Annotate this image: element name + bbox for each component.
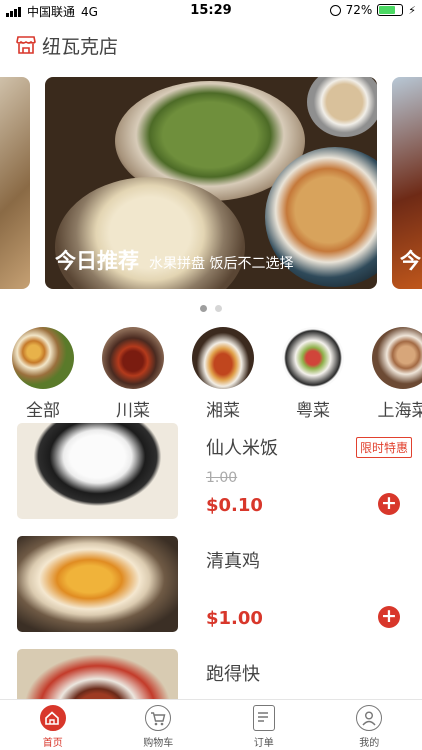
product-image (17, 423, 178, 519)
carousel-indicator (0, 305, 422, 312)
cart-icon (145, 705, 172, 731)
battery-percent: 72% (345, 3, 373, 17)
user-icon (356, 705, 383, 731)
store-icon (16, 36, 36, 54)
banner-slide-prev[interactable] (0, 77, 30, 289)
tab-label: 购物车 (143, 738, 174, 749)
banner-subtitle: 水果拼盘 饭后不二选择 (149, 256, 294, 272)
tab-label: 首页 (42, 738, 63, 749)
charging-icon: ⚡ (408, 3, 416, 17)
category-shanghai[interactable]: 上海菜 (365, 327, 422, 421)
category-all-image (12, 327, 74, 389)
add-to-cart-button[interactable]: + (378, 606, 400, 628)
alarm-icon (329, 4, 341, 16)
banner-caption: 今日推荐 水果拼盘 饭后不二选择 (55, 245, 293, 275)
banner-soup-bowl (307, 77, 377, 137)
banner-next-title: 今 (400, 249, 421, 273)
order-icon (252, 705, 275, 731)
tab-orders[interactable]: 订单 (211, 700, 317, 750)
product-image (17, 649, 178, 699)
tab-profile[interactable]: 我的 (317, 700, 422, 750)
banner-slide-next[interactable]: 今 (392, 77, 422, 289)
category-label: 全部 (26, 401, 60, 421)
category-hunan[interactable]: 湘菜 (185, 327, 261, 421)
product-image (17, 536, 178, 632)
tab-home[interactable]: 首页 (0, 700, 106, 750)
category-sichuan[interactable]: 川菜 (95, 327, 171, 421)
product-name: 仙人米饭 (206, 438, 278, 459)
category-all[interactable]: 全部 (5, 327, 81, 421)
category-label: 上海菜 (377, 401, 422, 421)
home-icon (39, 705, 66, 731)
header: 纽瓦克店 (0, 22, 422, 68)
product-price: $1.00 (206, 608, 263, 629)
category-label: 川菜 (116, 401, 150, 421)
tab-cart[interactable]: 购物车 (106, 700, 212, 750)
tab-label: 订单 (253, 738, 274, 749)
tab-bar: 首页 购物车 订单 我的 (0, 699, 422, 750)
category-hunan-image (192, 327, 254, 389)
status-bar: 中国联通 4G 15:29 72% ⚡ (0, 0, 422, 22)
category-shanghai-image (372, 327, 422, 389)
product-price: $0.10 (206, 495, 263, 516)
product-name: 清真鸡 (206, 551, 260, 572)
product-item[interactable]: 清真鸡 $1.00 + (0, 536, 422, 646)
category-label: 粤菜 (296, 401, 330, 421)
battery-fill (379, 6, 396, 14)
battery-icon (377, 4, 404, 16)
banner-title: 今日推荐 (55, 249, 139, 273)
status-right: 72% ⚡ (329, 3, 416, 17)
carousel-dot (215, 305, 222, 312)
category-label: 湘菜 (206, 401, 240, 421)
product-item[interactable]: 仙人米饭 限时特惠 1.00 $0.10 + (0, 423, 422, 533)
add-to-cart-button[interactable]: + (378, 493, 400, 515)
category-cantonese[interactable]: 粤菜 (275, 327, 351, 421)
product-name: 跑得快 (206, 664, 260, 685)
category-row: 全部 川菜 湘菜 粤菜 上海菜 (0, 327, 422, 421)
tab-label: 我的 (359, 738, 380, 749)
store-title: 纽瓦克店 (42, 35, 119, 58)
category-sichuan-image (102, 327, 164, 389)
promo-badge: 限时特惠 (355, 437, 412, 458)
carousel-dot (200, 305, 207, 312)
banner-carousel[interactable]: 今日推荐 水果拼盘 饭后不二选择 今 (0, 77, 422, 289)
category-cantonese-image (282, 327, 344, 389)
banner-slide-main[interactable]: 今日推荐 水果拼盘 饭后不二选择 (45, 77, 377, 289)
product-original-price: 1.00 (206, 470, 238, 486)
product-item[interactable]: 跑得快 (0, 649, 422, 699)
